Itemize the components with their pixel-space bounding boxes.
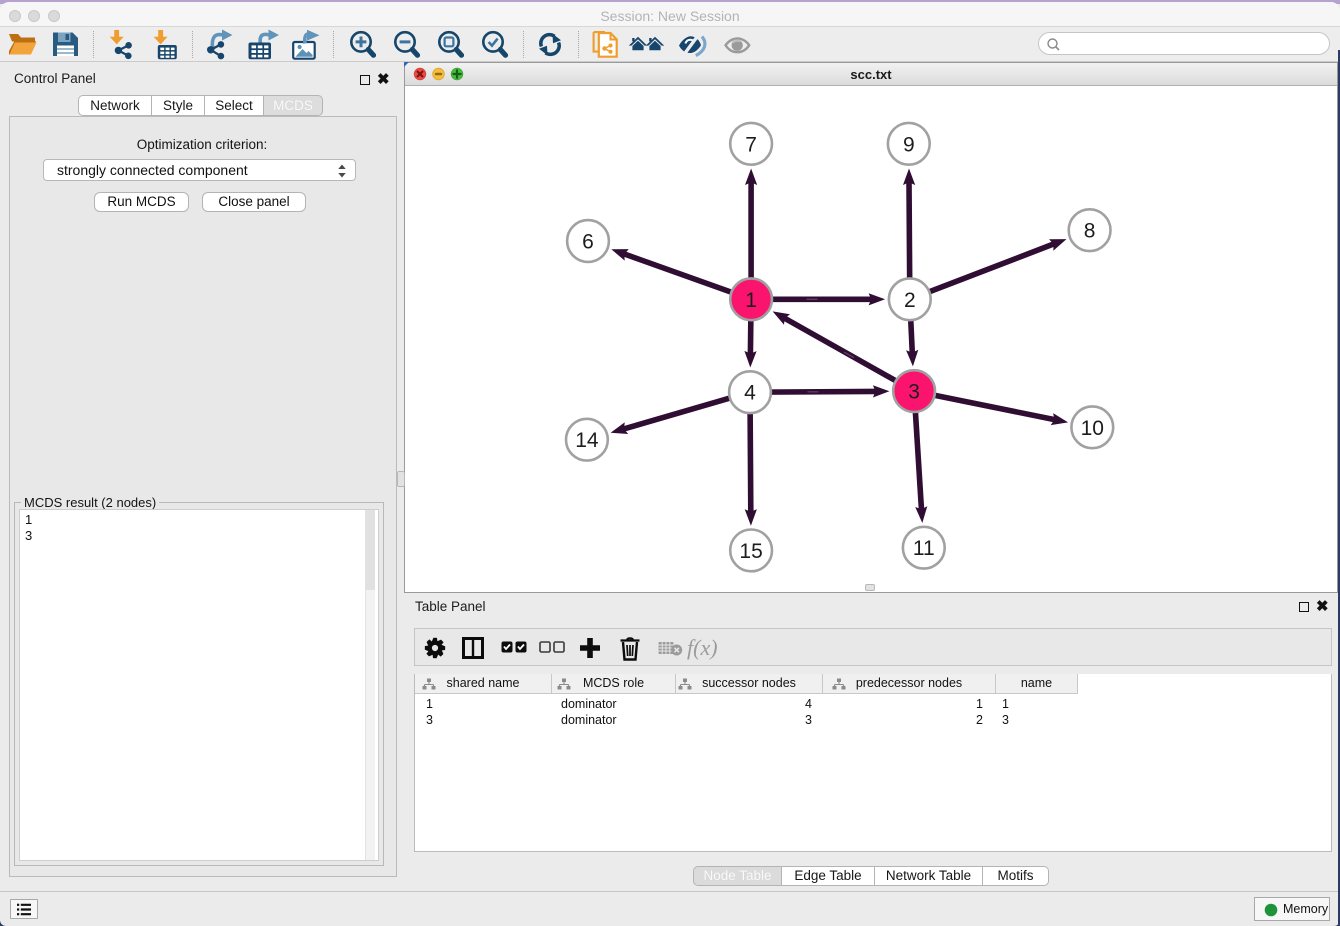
svg-text:2: 2: [904, 289, 916, 312]
svg-text:9: 9: [903, 133, 915, 156]
svg-text:3: 3: [908, 381, 920, 404]
svg-text:1: 1: [745, 289, 757, 312]
svg-text:10: 10: [1081, 417, 1104, 440]
svg-text:4: 4: [744, 382, 756, 405]
svg-text:15: 15: [739, 540, 762, 563]
svg-text:8: 8: [1084, 220, 1096, 243]
svg-text:14: 14: [575, 429, 599, 452]
svg-text:7: 7: [745, 133, 757, 156]
svg-text:6: 6: [582, 231, 594, 254]
svg-text:11: 11: [913, 537, 935, 560]
